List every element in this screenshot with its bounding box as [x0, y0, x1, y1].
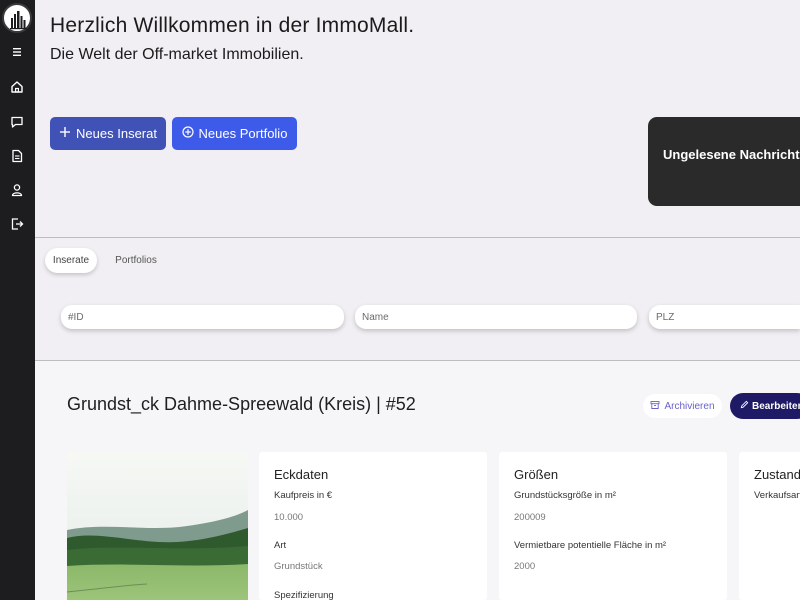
- listing-photo[interactable]: [67, 452, 248, 600]
- grundstueck-value: 200009: [514, 512, 546, 523]
- tab-portfolios[interactable]: Portfolios: [105, 248, 167, 273]
- new-listing-label: Neues Inserat: [76, 126, 157, 141]
- divider: [35, 237, 800, 238]
- art-value: Grundstück: [274, 561, 323, 572]
- art-label: Art: [274, 540, 287, 551]
- kaufpreis-value: 10.000: [274, 512, 304, 523]
- new-portfolio-label: Neues Portfolio: [198, 126, 288, 141]
- chat-icon[interactable]: [9, 114, 25, 130]
- card-eckdaten: Eckdaten Kaufpreis in € 10.000 Art Grund…: [259, 452, 487, 600]
- spezifizierung-label: Spezifizierung: [274, 590, 334, 600]
- vermietbar-label: Vermietbare potentielle Fläche in m²: [514, 540, 667, 551]
- card-groessen-title: Größen: [514, 467, 559, 482]
- vermietbar-value: 2000: [514, 561, 536, 572]
- document-icon[interactable]: [9, 148, 25, 164]
- id-filter-input[interactable]: [61, 305, 344, 329]
- logout-icon[interactable]: [9, 216, 25, 232]
- edit-label: Bearbeiten: [752, 400, 800, 412]
- card-groessen: Größen Grundstücksgröße in m² 200009 Ver…: [499, 452, 727, 600]
- sidebar: [0, 0, 35, 600]
- unread-messages-title: Ungelesene Nachrichten: [663, 147, 800, 162]
- plus-icon: [59, 126, 71, 141]
- pencil-icon: [740, 400, 749, 412]
- archive-icon: [650, 400, 660, 413]
- tab-inserate[interactable]: Inserate: [45, 248, 97, 273]
- page-title: Herzlich Willkommen in der ImmoMall.: [50, 14, 415, 37]
- tab-portfolios-label: Portfolios: [115, 255, 157, 266]
- main-content: Herzlich Willkommen in der ImmoMall. Die…: [35, 0, 800, 600]
- page-subtitle: Die Welt der Off-market Immobilien.: [50, 46, 304, 63]
- kaufpreis-label: Kaufpreis in €: [274, 490, 333, 501]
- new-listing-button[interactable]: Neues Inserat: [50, 117, 166, 150]
- menu-icon[interactable]: [9, 44, 25, 60]
- unread-messages-panel[interactable]: Ungelesene Nachrichten: [648, 117, 800, 206]
- home-icon[interactable]: [9, 79, 25, 95]
- archive-button[interactable]: Archivieren: [643, 394, 722, 418]
- plus-circle-icon: [181, 126, 194, 141]
- new-portfolio-button[interactable]: Neues Portfolio: [172, 117, 297, 150]
- archive-label: Archivieren: [664, 400, 715, 412]
- tab-inserate-label: Inserate: [52, 255, 90, 266]
- card-zustand-title: Zustand: [754, 467, 800, 482]
- listing-title: Grundst_ck Dahme-Spreewald (Kreis) | #52: [67, 394, 416, 414]
- immomall-logo[interactable]: [2, 3, 32, 33]
- grundstueck-label: Grundstücksgröße in m²: [514, 490, 616, 501]
- plz-filter-input[interactable]: [649, 305, 800, 329]
- user-icon[interactable]: [9, 182, 25, 198]
- verkaufsart-label: Verkaufsart: [754, 490, 800, 501]
- card-eckdaten-title: Eckdaten: [274, 467, 329, 482]
- name-filter-input[interactable]: [355, 305, 637, 329]
- card-zustand: Zustand Verkaufsart: [739, 452, 800, 600]
- edit-button[interactable]: Bearbeiten: [730, 393, 800, 419]
